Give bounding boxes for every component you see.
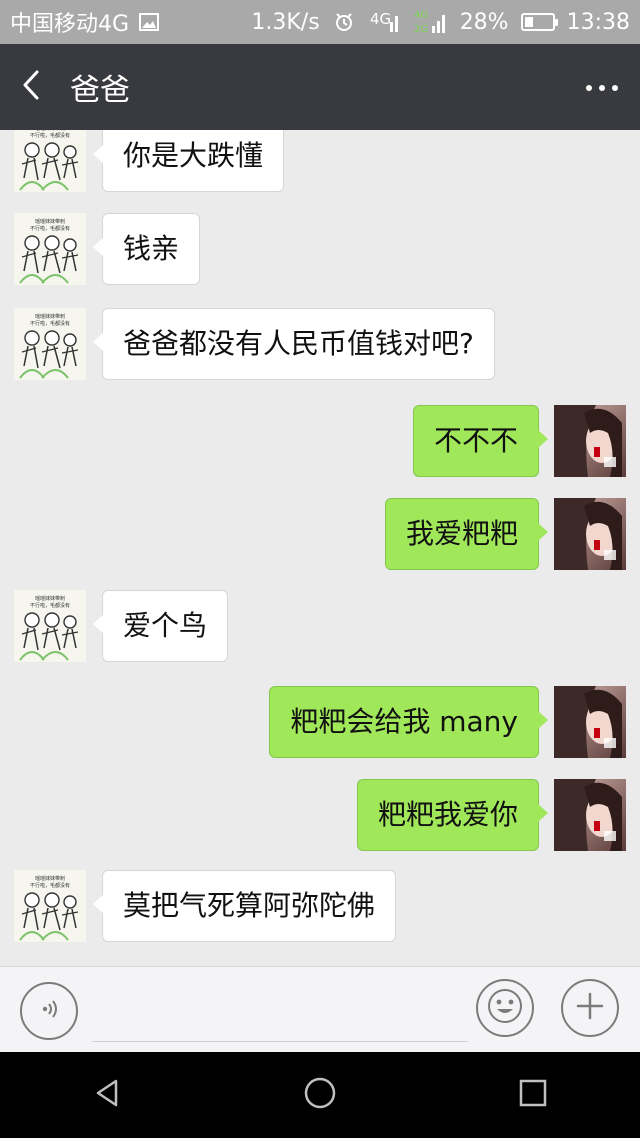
svg-text:2G: 2G xyxy=(414,24,428,35)
network-4g-icon: 4G xyxy=(368,8,400,36)
status-left: 中国移动4G xyxy=(10,6,161,38)
network-speed: 1.3K/s xyxy=(251,9,320,35)
nav-back-button[interactable] xyxy=(62,1065,152,1125)
alarm-icon xyxy=(332,10,356,34)
battery-percent: 28% xyxy=(459,9,509,35)
more-button[interactable] xyxy=(564,44,640,130)
user-avatar[interactable] xyxy=(554,405,626,477)
voice-icon xyxy=(35,995,63,1027)
meme-avatar-icon: 瑶瑶妹妹带刺 不行啦，毛都没有 xyxy=(14,308,86,380)
message-bubble[interactable]: 你是大跌懂 xyxy=(92,130,285,192)
contact-avatar[interactable]: 瑶瑶妹妹带刺 不行啦，毛都没有 xyxy=(14,590,86,662)
message-bubble[interactable]: 我爱粑粑 xyxy=(384,498,549,570)
user-avatar[interactable] xyxy=(554,779,626,851)
portrait-avatar-icon xyxy=(554,405,626,477)
message-bubble[interactable]: 粑粑会给我 many xyxy=(269,686,548,758)
dual-network-signal-icon: 4G 2G xyxy=(412,7,448,37)
avatar-caption-line1: 瑶瑶妹妹带刺 xyxy=(35,130,65,132)
message-row: 粑粑会给我 many xyxy=(0,686,640,760)
emoji-button[interactable] xyxy=(476,979,534,1037)
avatar-caption-line1: 瑶瑶妹妹带刺 xyxy=(35,595,65,602)
circle-home-icon xyxy=(303,1076,337,1114)
square-recent-icon xyxy=(516,1076,550,1114)
user-avatar[interactable] xyxy=(554,686,626,758)
back-button[interactable] xyxy=(0,44,62,130)
avatar-caption-line2: 不行啦，毛都没有 xyxy=(30,320,70,327)
chat-title: 爸爸 xyxy=(70,73,130,108)
more-dots-icon xyxy=(584,78,620,97)
nav-recent-button[interactable] xyxy=(488,1065,578,1125)
voice-button[interactable] xyxy=(20,982,78,1040)
message-bubble[interactable]: 莫把气死算阿弥陀佛 xyxy=(92,870,397,942)
system-nav-bar xyxy=(0,1052,640,1138)
message-row: 瑶瑶妹妹带刺 不行啦，毛都没有 钱亲 xyxy=(0,213,640,287)
message-input[interactable] xyxy=(92,981,468,1042)
svg-text:4G: 4G xyxy=(370,10,391,28)
avatar-caption-line2: 不行啦，毛都没有 xyxy=(30,602,70,609)
avatar-caption-line2: 不行啦，毛都没有 xyxy=(30,882,70,889)
emoji-icon xyxy=(486,987,524,1029)
meme-avatar-icon: 瑶瑶妹妹带刺 不行啦，毛都没有 xyxy=(14,590,86,662)
message-row: 不不不 xyxy=(0,405,640,479)
message-bubble[interactable]: 不不不 xyxy=(412,405,549,477)
time-label: 13:38 xyxy=(566,9,630,35)
avatar-caption-line1: 瑶瑶妹妹带刺 xyxy=(35,313,65,320)
portrait-avatar-icon xyxy=(554,686,626,758)
status-bar: 中国移动4G 1.3K/s 4G 4G 2G 28% 13:38 xyxy=(0,0,640,44)
message-row: 瑶瑶妹妹带刺 不行啦，毛都没有 莫把气死算阿弥陀佛 xyxy=(0,870,640,944)
input-bar xyxy=(0,966,640,1052)
message-row: 瑶瑶妹妹带刺 不行啦，毛都没有 你是大跌懂 xyxy=(0,130,640,194)
message-row: 我爱粑粑 xyxy=(0,498,640,572)
meme-avatar-icon: 瑶瑶妹妹带刺 不行啦，毛都没有 xyxy=(14,130,86,192)
plus-icon xyxy=(574,990,606,1026)
image-icon xyxy=(137,10,161,34)
svg-text:4G: 4G xyxy=(414,10,428,21)
title-bar: 爸爸 xyxy=(0,44,640,130)
avatar-caption-line2: 不行啦，毛都没有 xyxy=(30,132,70,139)
plus-button[interactable] xyxy=(561,979,619,1037)
chat-area[interactable]: 瑶瑶妹妹带刺 不行啦，毛都没有 你是大跌懂 瑶瑶妹妹带刺 不行啦，毛都没有 xyxy=(0,130,640,966)
portrait-avatar-icon xyxy=(554,779,626,851)
meme-avatar-icon: 瑶瑶妹妹带刺 不行啦，毛都没有 xyxy=(14,870,86,942)
message-bubble[interactable]: 粑粑我爱你 xyxy=(356,779,549,851)
message-row: 瑶瑶妹妹带刺 不行啦，毛都没有 爱个鸟 xyxy=(0,590,640,664)
contact-avatar[interactable]: 瑶瑶妹妹带刺 不行啦，毛都没有 xyxy=(14,213,86,285)
status-right: 1.3K/s 4G 4G 2G 28% 13:38 xyxy=(251,7,630,37)
contact-avatar[interactable]: 瑶瑶妹妹带刺 不行啦，毛都没有 xyxy=(14,130,86,192)
avatar-caption-line2: 不行啦，毛都没有 xyxy=(30,225,70,232)
message-row: 粑粑我爱你 xyxy=(0,779,640,853)
nav-home-button[interactable] xyxy=(275,1065,365,1125)
chevron-left-icon xyxy=(19,68,43,106)
avatar-caption-line1: 瑶瑶妹妹带刺 xyxy=(35,875,65,882)
user-avatar[interactable] xyxy=(554,498,626,570)
meme-avatar-icon: 瑶瑶妹妹带刺 不行啦，毛都没有 xyxy=(14,213,86,285)
message-row: 瑶瑶妹妹带刺 不行啦，毛都没有 爸爸都没有人民币值钱对吧? xyxy=(0,308,640,382)
message-bubble[interactable]: 爱个鸟 xyxy=(92,590,229,662)
battery-fill xyxy=(524,17,533,27)
contact-avatar[interactable]: 瑶瑶妹妹带刺 不行啦，毛都没有 xyxy=(14,870,86,942)
carrier-label: 中国移动4G xyxy=(10,12,130,37)
triangle-back-icon xyxy=(90,1076,124,1114)
portrait-avatar-icon xyxy=(554,498,626,570)
avatar-caption-line1: 瑶瑶妹妹带刺 xyxy=(35,218,65,225)
contact-avatar[interactable]: 瑶瑶妹妹带刺 不行啦，毛都没有 xyxy=(14,308,86,380)
message-bubble[interactable]: 爸爸都没有人民币值钱对吧? xyxy=(93,308,495,380)
battery-icon xyxy=(520,13,558,31)
message-bubble[interactable]: 钱亲 xyxy=(92,213,201,285)
